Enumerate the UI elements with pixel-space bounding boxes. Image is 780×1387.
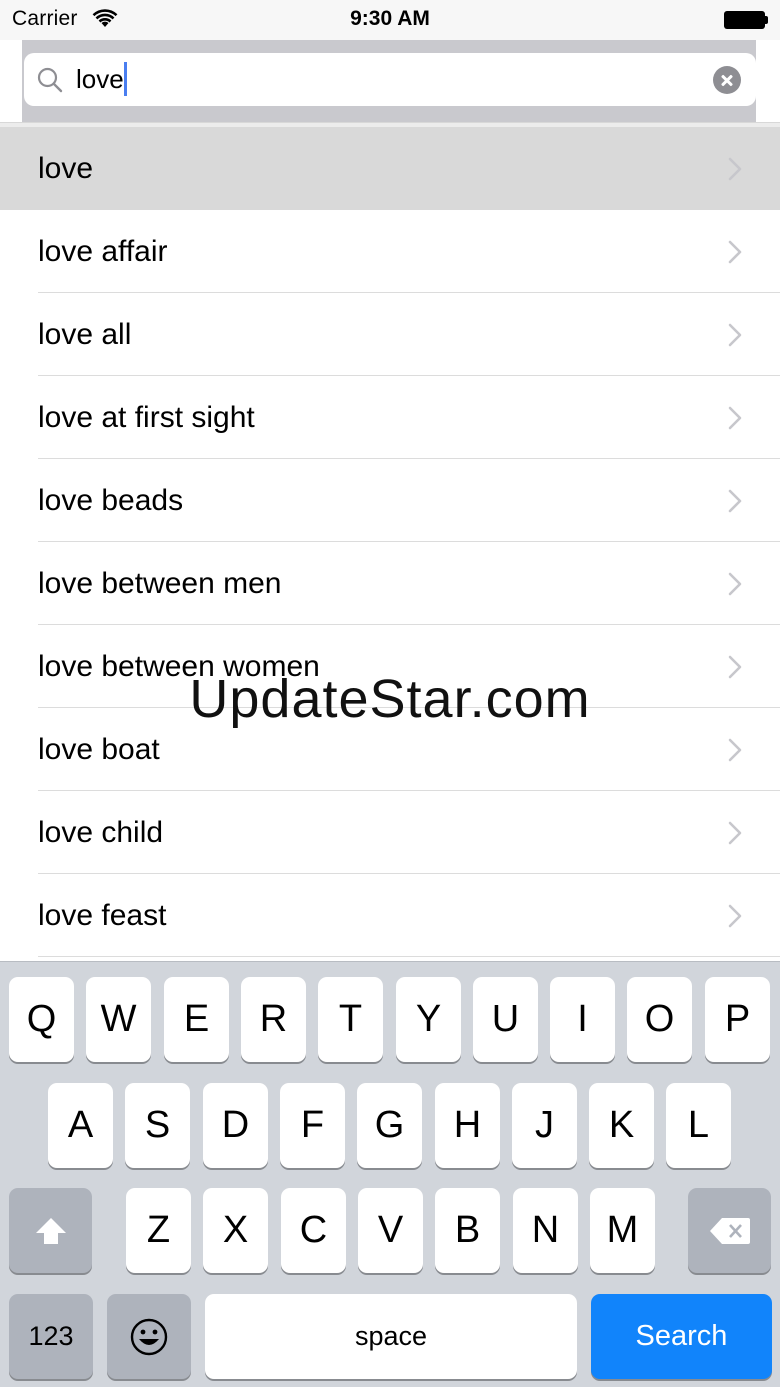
key-d[interactable]: D [203,1083,268,1168]
emoji-key[interactable] [107,1294,191,1379]
suggestion-label: love beads [38,484,184,517]
clock: 9:30 AM [350,7,430,30]
backspace-icon [709,1217,750,1244]
chevron-right-icon [728,738,742,762]
key-c[interactable]: C [281,1188,346,1273]
chevron-right-icon [728,655,742,679]
shift-key[interactable] [9,1188,92,1273]
key-k[interactable]: K [589,1083,654,1168]
key-g[interactable]: G [357,1083,422,1168]
battery-icon [724,11,768,29]
clear-search-button[interactable] [713,66,741,94]
search-query[interactable]: love [76,62,127,97]
key-u[interactable]: U [473,977,538,1062]
key-t[interactable]: T [318,977,383,1062]
suggestion-label: love boat [38,733,160,766]
suggestion-row[interactable]: love [0,127,780,210]
row-divider [38,956,780,957]
key-l[interactable]: L [666,1083,731,1168]
suggestion-label: love between women [38,650,320,683]
key-p[interactable]: P [705,977,770,1062]
suggestion-row[interactable]: love affair [0,210,780,293]
suggestion-row[interactable]: love between men [0,542,780,625]
chevron-right-icon [728,904,742,928]
suggestion-row[interactable]: love beads [0,459,780,542]
key-a[interactable]: A [48,1083,113,1168]
key-f[interactable]: F [280,1083,345,1168]
key-j[interactable]: J [512,1083,577,1168]
suggestion-label: love [38,152,94,185]
key-z[interactable]: Z [126,1188,191,1273]
key-v[interactable]: V [358,1188,423,1273]
key-o[interactable]: O [627,977,692,1062]
key-m[interactable]: M [590,1188,655,1273]
suggestion-label: love all [38,318,132,351]
key-q[interactable]: Q [9,977,74,1062]
chevron-right-icon [728,821,742,845]
key-n[interactable]: N [513,1188,578,1273]
chevron-right-icon [728,572,742,596]
suggestion-list: love love affair love all love at first sig… [0,127,780,957]
chevron-right-icon [728,323,742,347]
chevron-right-icon [728,489,742,513]
search-key[interactable]: Search [591,1294,772,1379]
key-w[interactable]: W [86,977,151,1062]
suggestion-row[interactable]: love feast [0,874,780,957]
suggestion-label: love child [38,816,164,849]
search-icon [37,67,63,93]
key-e[interactable]: E [164,977,229,1062]
chevron-right-icon [728,406,742,430]
search-input[interactable] [24,53,756,106]
status-bar: Carrier 9:30 AM [0,0,780,40]
suggestion-row[interactable]: love boat [0,708,780,791]
suggestion-label: love at first sight [38,401,255,434]
keyboard: 123 space Search QWERTYUIOP ASDFGHJKL ZXCV… [0,961,780,1387]
emoji-icon [130,1318,168,1355]
space-key[interactable]: space [205,1294,577,1379]
suggestion-label: love feast [38,899,167,932]
suggestion-row[interactable]: love at first sight [0,376,780,459]
search-query-text: love [76,64,124,94]
key-y[interactable]: Y [396,977,461,1062]
suggestion-label: love between men [38,567,282,600]
suggestion-row[interactable]: love child [0,791,780,874]
numbers-key[interactable]: 123 [9,1294,93,1379]
key-r[interactable]: R [241,977,306,1062]
chevron-right-icon [728,240,742,264]
suggestion-row[interactable]: love between women [0,625,780,708]
key-s[interactable]: S [125,1083,190,1168]
key-x[interactable]: X [203,1188,268,1273]
suggestion-label: love affair [38,235,168,268]
key-i[interactable]: I [550,977,615,1062]
text-caret [123,62,127,97]
key-b[interactable]: B [435,1188,500,1273]
suggestion-row[interactable]: love all [0,293,780,376]
chevron-right-icon [728,157,742,181]
backspace-key[interactable] [688,1188,771,1273]
shift-icon [35,1217,66,1244]
key-h[interactable]: H [435,1083,500,1168]
